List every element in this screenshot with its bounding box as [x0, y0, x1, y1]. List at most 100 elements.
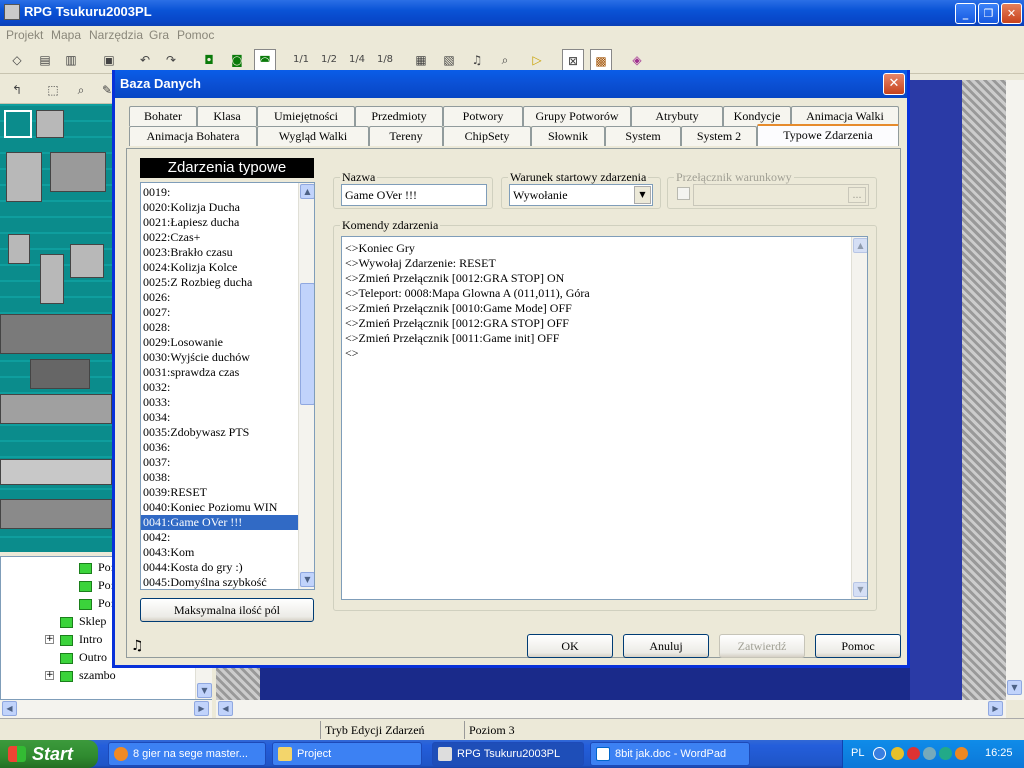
save-icon[interactable]: ▣ [98, 49, 120, 71]
tray-icon[interactable] [923, 747, 936, 760]
commands-scrollbar[interactable]: ▲ ▼ [851, 237, 867, 599]
play-test-icon[interactable]: ▷ [526, 49, 548, 71]
undo-icon[interactable]: ↶ [134, 49, 156, 71]
list-item[interactable]: 0025:Z Rozbieg ducha [143, 275, 298, 290]
zoom-1-8-icon[interactable]: 1/8 [374, 49, 396, 71]
cancel-button[interactable]: Anuluj [623, 634, 709, 658]
max-fields-button[interactable]: Maksymalna ilość pól [140, 598, 314, 622]
chevron-down-icon[interactable]: ▼ [197, 683, 212, 698]
command-line[interactable]: <>Teleport: 0008:Mapa Glowna A (011,011)… [345, 286, 590, 301]
tile[interactable] [40, 254, 64, 304]
list-item[interactable]: 0038: [143, 470, 298, 485]
expand-icon[interactable]: + [45, 671, 54, 680]
menu-projekt[interactable]: Projekt [6, 28, 43, 42]
dialog-close-button[interactable]: ✕ [883, 73, 905, 95]
new-project-icon[interactable]: ◇ [6, 49, 28, 71]
tab-animacja-walki[interactable]: Animacja Walki [791, 106, 899, 126]
language-indicator[interactable]: PL [851, 747, 864, 759]
list-item[interactable]: 0037: [143, 455, 298, 470]
list-item[interactable]: 0043:Kom [143, 545, 298, 560]
tile[interactable] [0, 459, 112, 485]
tab-animacja-bohatera[interactable]: Animacja Bohatera [129, 126, 257, 146]
command-line[interactable]: <>Zmień Przełącznik [0012:GRA STOP] ON [345, 271, 564, 286]
list-item[interactable]: 0035:Zdobywasz PTS [143, 425, 298, 440]
search-icon[interactable]: ⌕ [494, 49, 516, 71]
help-button[interactable]: Pomoc [815, 634, 901, 658]
common-events-list[interactable]: 0019: 0020:Kolizja Ducha 0021:Łapiesz duch… [140, 182, 315, 590]
command-line[interactable]: <> [345, 346, 359, 361]
tree-item-szambo[interactable]: szambo [60, 667, 116, 683]
select-icon[interactable]: ↰ [6, 79, 28, 101]
tray-icon[interactable] [939, 747, 952, 760]
tile[interactable] [70, 244, 104, 278]
list-item[interactable]: 0026: [143, 290, 298, 305]
list-item[interactable]: 0028: [143, 320, 298, 335]
redo-icon[interactable]: ↷ [160, 49, 182, 71]
list-item[interactable]: 0040:Koniec Poziomu WIN [143, 500, 298, 515]
list-item[interactable]: 0042: [143, 530, 298, 545]
maximize-button[interactable]: ❐ [978, 3, 999, 24]
tab-typowe-zdarzenia[interactable]: Typowe Zdarzenia [757, 124, 899, 146]
tab-slownik[interactable]: Słownik [531, 126, 605, 146]
close-button[interactable]: ✕ [1001, 3, 1022, 24]
list-item[interactable]: 0031:sprawdza czas [143, 365, 298, 380]
chevron-down-icon[interactable]: ▼ [853, 582, 867, 597]
list-item[interactable]: 0041:Game OVer !!! [141, 515, 298, 530]
task-browser[interactable]: 8 gier na sege master... [108, 742, 266, 766]
tile-palette[interactable] [0, 104, 112, 552]
map-vertical-scrollbar[interactable]: ▼ [1006, 80, 1024, 700]
command-line[interactable]: <>Wywołaj Zdarzenie: RESET [345, 256, 496, 271]
list-item[interactable]: 0033: [143, 395, 298, 410]
list-item[interactable]: 0020:Kolizja Ducha [143, 200, 298, 215]
command-line[interactable]: <>Zmień Przełącznik [0010:Game Mode] OFF [345, 301, 572, 316]
tab-bohater[interactable]: Bohater [129, 106, 197, 126]
list-item[interactable]: 0022:Czas+ [143, 230, 298, 245]
tab-chipsety[interactable]: ChipSety [443, 126, 531, 146]
zoom-icon[interactable]: ⌕ [70, 79, 92, 101]
command-line[interactable]: <>Zmień Przełącznik [0012:GRA STOP] OFF [345, 316, 569, 331]
list-item[interactable]: 0044:Kosta do gry :) [143, 560, 298, 575]
map-horizontal-scrollbar[interactable]: ◀ ▶ [216, 700, 1006, 718]
minimize-button[interactable]: _ [955, 3, 976, 24]
title-screen-icon[interactable]: ▩ [590, 49, 612, 71]
tree-item[interactable]: Po: [79, 595, 114, 611]
list-item[interactable]: 0045:Domyślna szybkość [143, 575, 298, 589]
zoom-1-2-icon[interactable]: 1/2 [318, 49, 340, 71]
menu-narzedzia[interactable]: Narzędzia [89, 28, 143, 42]
commands-list[interactable]: <>Koniec Gry <>Wywołaj Zdarzenie: RESET <>… [341, 236, 868, 600]
lower-layer-icon[interactable]: ◘ [198, 49, 220, 71]
tab-system[interactable]: System [605, 126, 681, 146]
event-layer-icon[interactable]: ◚ [254, 49, 276, 71]
tray-icon[interactable] [891, 747, 904, 760]
list-scrollbar[interactable]: ▲ ▼ [298, 183, 314, 589]
scroll-thumb[interactable] [300, 283, 314, 405]
tile[interactable] [36, 110, 64, 138]
chevron-down-icon[interactable]: ▼ [300, 572, 314, 587]
list-item[interactable]: 0019: [143, 185, 298, 200]
task-wordpad[interactable]: 8bit jak.doc - WordPad [590, 742, 750, 766]
map-canvas-bottom[interactable] [216, 666, 910, 700]
rect-select-icon[interactable]: ⬚ [42, 79, 64, 101]
tab-przedmioty[interactable]: Przedmioty [355, 106, 443, 126]
task-rpg-tsukuru[interactable]: RPG Tsukuru2003PL [432, 742, 584, 766]
zoom-1-4-icon[interactable]: 1/4 [346, 49, 368, 71]
fullscreen-icon[interactable]: ⊠ [562, 49, 584, 71]
tree-item[interactable]: Po: [79, 577, 114, 593]
zoom-1-1-icon[interactable]: 1/1 [290, 49, 312, 71]
apply-button[interactable]: Zatwierdź [719, 634, 805, 658]
switch-browse-button[interactable]: ... [848, 187, 866, 203]
tree-item[interactable]: Po: [79, 559, 114, 575]
list-item[interactable]: 0036: [143, 440, 298, 455]
tab-potwory[interactable]: Potwory [443, 106, 523, 126]
tab-tereny[interactable]: Tereny [369, 126, 443, 146]
upper-layer-icon[interactable]: ◙ [226, 49, 248, 71]
tray-icon[interactable] [907, 747, 920, 760]
tab-klasa[interactable]: Klasa [197, 106, 257, 126]
chevron-up-icon[interactable]: ▲ [300, 184, 314, 199]
command-line[interactable]: <>Zmień Przełącznik [0011:Game init] OFF [345, 331, 559, 346]
tree-item-outro[interactable]: Outro [60, 649, 107, 665]
tile[interactable] [50, 152, 106, 192]
trigger-select[interactable]: Wywołanie ▼ [509, 184, 653, 206]
list-item[interactable]: 0024:Kolizja Kolce [143, 260, 298, 275]
list-item[interactable]: 0021:Łapiesz ducha [143, 215, 298, 230]
